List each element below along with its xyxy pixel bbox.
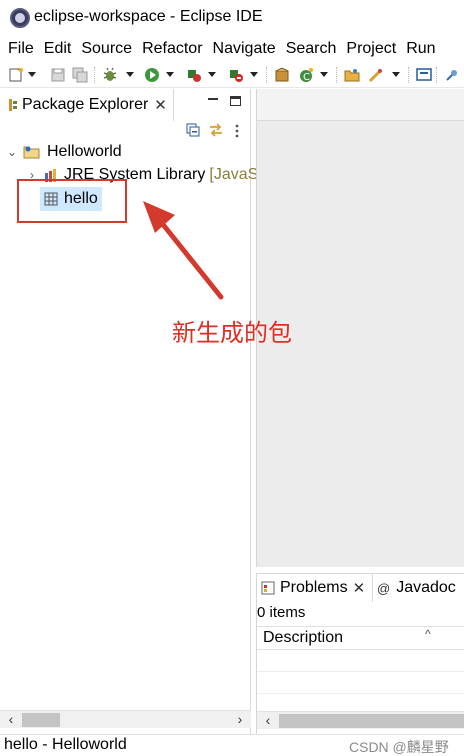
console-icon[interactable] [416,67,432,83]
title-bar: eclipse-workspace - Eclipse IDE [0,0,464,36]
editor-tabbar [257,89,464,121]
new-java-class-icon[interactable]: C [298,67,314,83]
new-class-dropdown-icon[interactable] [320,72,328,77]
close-icon[interactable]: ✕ [353,579,366,597]
menu-navigate[interactable]: Navigate [205,40,278,58]
description-column-header[interactable]: Description ^ [257,626,464,650]
javadoc-icon: @ [377,580,391,596]
package-explorer-toolbar [0,121,251,143]
tab-package-explorer[interactable]: Package Explorer ✕ [0,89,174,121]
close-icon[interactable]: ✕ [154,96,167,114]
package-explorer-tab-label: Package Explorer [22,96,149,113]
scroll-left-icon[interactable]: ‹ [259,712,277,730]
annotation-arrow-icon [143,201,224,300]
window-title: eclipse-workspace - Eclipse IDE [34,8,263,25]
coverage-icon[interactable] [186,67,202,83]
package-explorer-scrollbar[interactable]: ‹ › [0,710,251,728]
java-project-icon [23,146,40,159]
open-type-icon[interactable] [344,67,360,83]
menu-source[interactable]: Source [73,40,134,58]
search-dropdown-icon[interactable] [392,72,400,77]
scroll-right-icon[interactable]: › [231,711,249,729]
run-icon[interactable] [144,67,160,83]
javadoc-tab-label: Javadoc [396,579,456,596]
chevron-down-icon[interactable]: ⌄ [6,145,18,159]
minimize-icon[interactable] [208,98,218,100]
sort-up-icon: ^ [425,627,431,641]
scroll-left-icon[interactable]: ‹ [2,711,20,729]
pin-icon[interactable] [444,67,460,83]
run-dropdown-icon[interactable] [166,72,174,77]
table-row [257,650,464,672]
save-icon[interactable] [50,67,66,83]
status-bar: hello - Helloworld CSDN @麟星野 [0,734,464,756]
toolbar-separator [94,67,95,83]
toolbar-separator [266,67,267,83]
menu-run[interactable]: Run [398,40,437,58]
new-java-package-icon[interactable] [274,67,290,83]
toolbar-separator [336,67,337,83]
items-count: 0 items [257,604,306,621]
eclipse-app-icon [10,8,30,28]
debug-dropdown-icon[interactable] [126,72,134,77]
menu-bar: File Edit Source Refactor Navigate Searc… [0,36,464,62]
scroll-thumb[interactable] [279,714,464,728]
table-row [257,672,464,694]
collapse-all-icon[interactable] [186,123,200,137]
watermark: CSDN @麟星野 [349,739,449,755]
package-explorer-icon [9,99,17,111]
menu-file[interactable]: File [0,40,36,58]
scroll-thumb[interactable] [22,713,60,727]
new-icon[interactable] [8,67,24,83]
menu-refactor[interactable]: Refactor [134,40,204,58]
external-tools-icon[interactable] [228,67,244,83]
description-header-label: Description [263,629,344,646]
problems-tab-label: Problems [280,579,348,596]
tree-item-project[interactable]: ⌄ Helloworld [6,141,122,163]
highlight-box [17,179,127,223]
menu-project[interactable]: Project [338,40,398,58]
toolbar-separator [436,67,437,83]
status-text: hello - Helloworld [4,736,127,753]
toolbar-separator [408,67,409,83]
debug-icon[interactable] [102,67,118,83]
search-icon[interactable] [368,67,384,83]
project-label: Helloworld [47,143,122,160]
new-dropdown-icon[interactable] [28,72,36,77]
menu-edit[interactable]: Edit [36,40,74,58]
tab-javadoc[interactable]: @ Javadoc [377,574,456,602]
coverage-dropdown-icon[interactable] [208,72,216,77]
menu-search[interactable]: Search [278,40,339,58]
problems-icon [261,581,275,595]
tab-problems[interactable]: Problems ✕ [257,574,373,602]
problems-view: Problems ✕ @ Javadoc 0 items Description… [256,573,464,734]
problems-scrollbar[interactable]: ‹ [257,711,464,729]
package-explorer-tabbar: Package Explorer ✕ [0,89,251,121]
maximize-icon[interactable] [230,96,241,106]
link-with-editor-icon[interactable] [208,123,224,137]
view-menu-icon[interactable] [234,123,240,139]
external-tools-dropdown-icon[interactable] [250,72,258,77]
save-all-icon[interactable] [72,67,88,83]
svg-text:C: C [303,72,310,83]
main-toolbar: C [0,62,464,88]
annotation-label: 新生成的包 [172,319,292,347]
